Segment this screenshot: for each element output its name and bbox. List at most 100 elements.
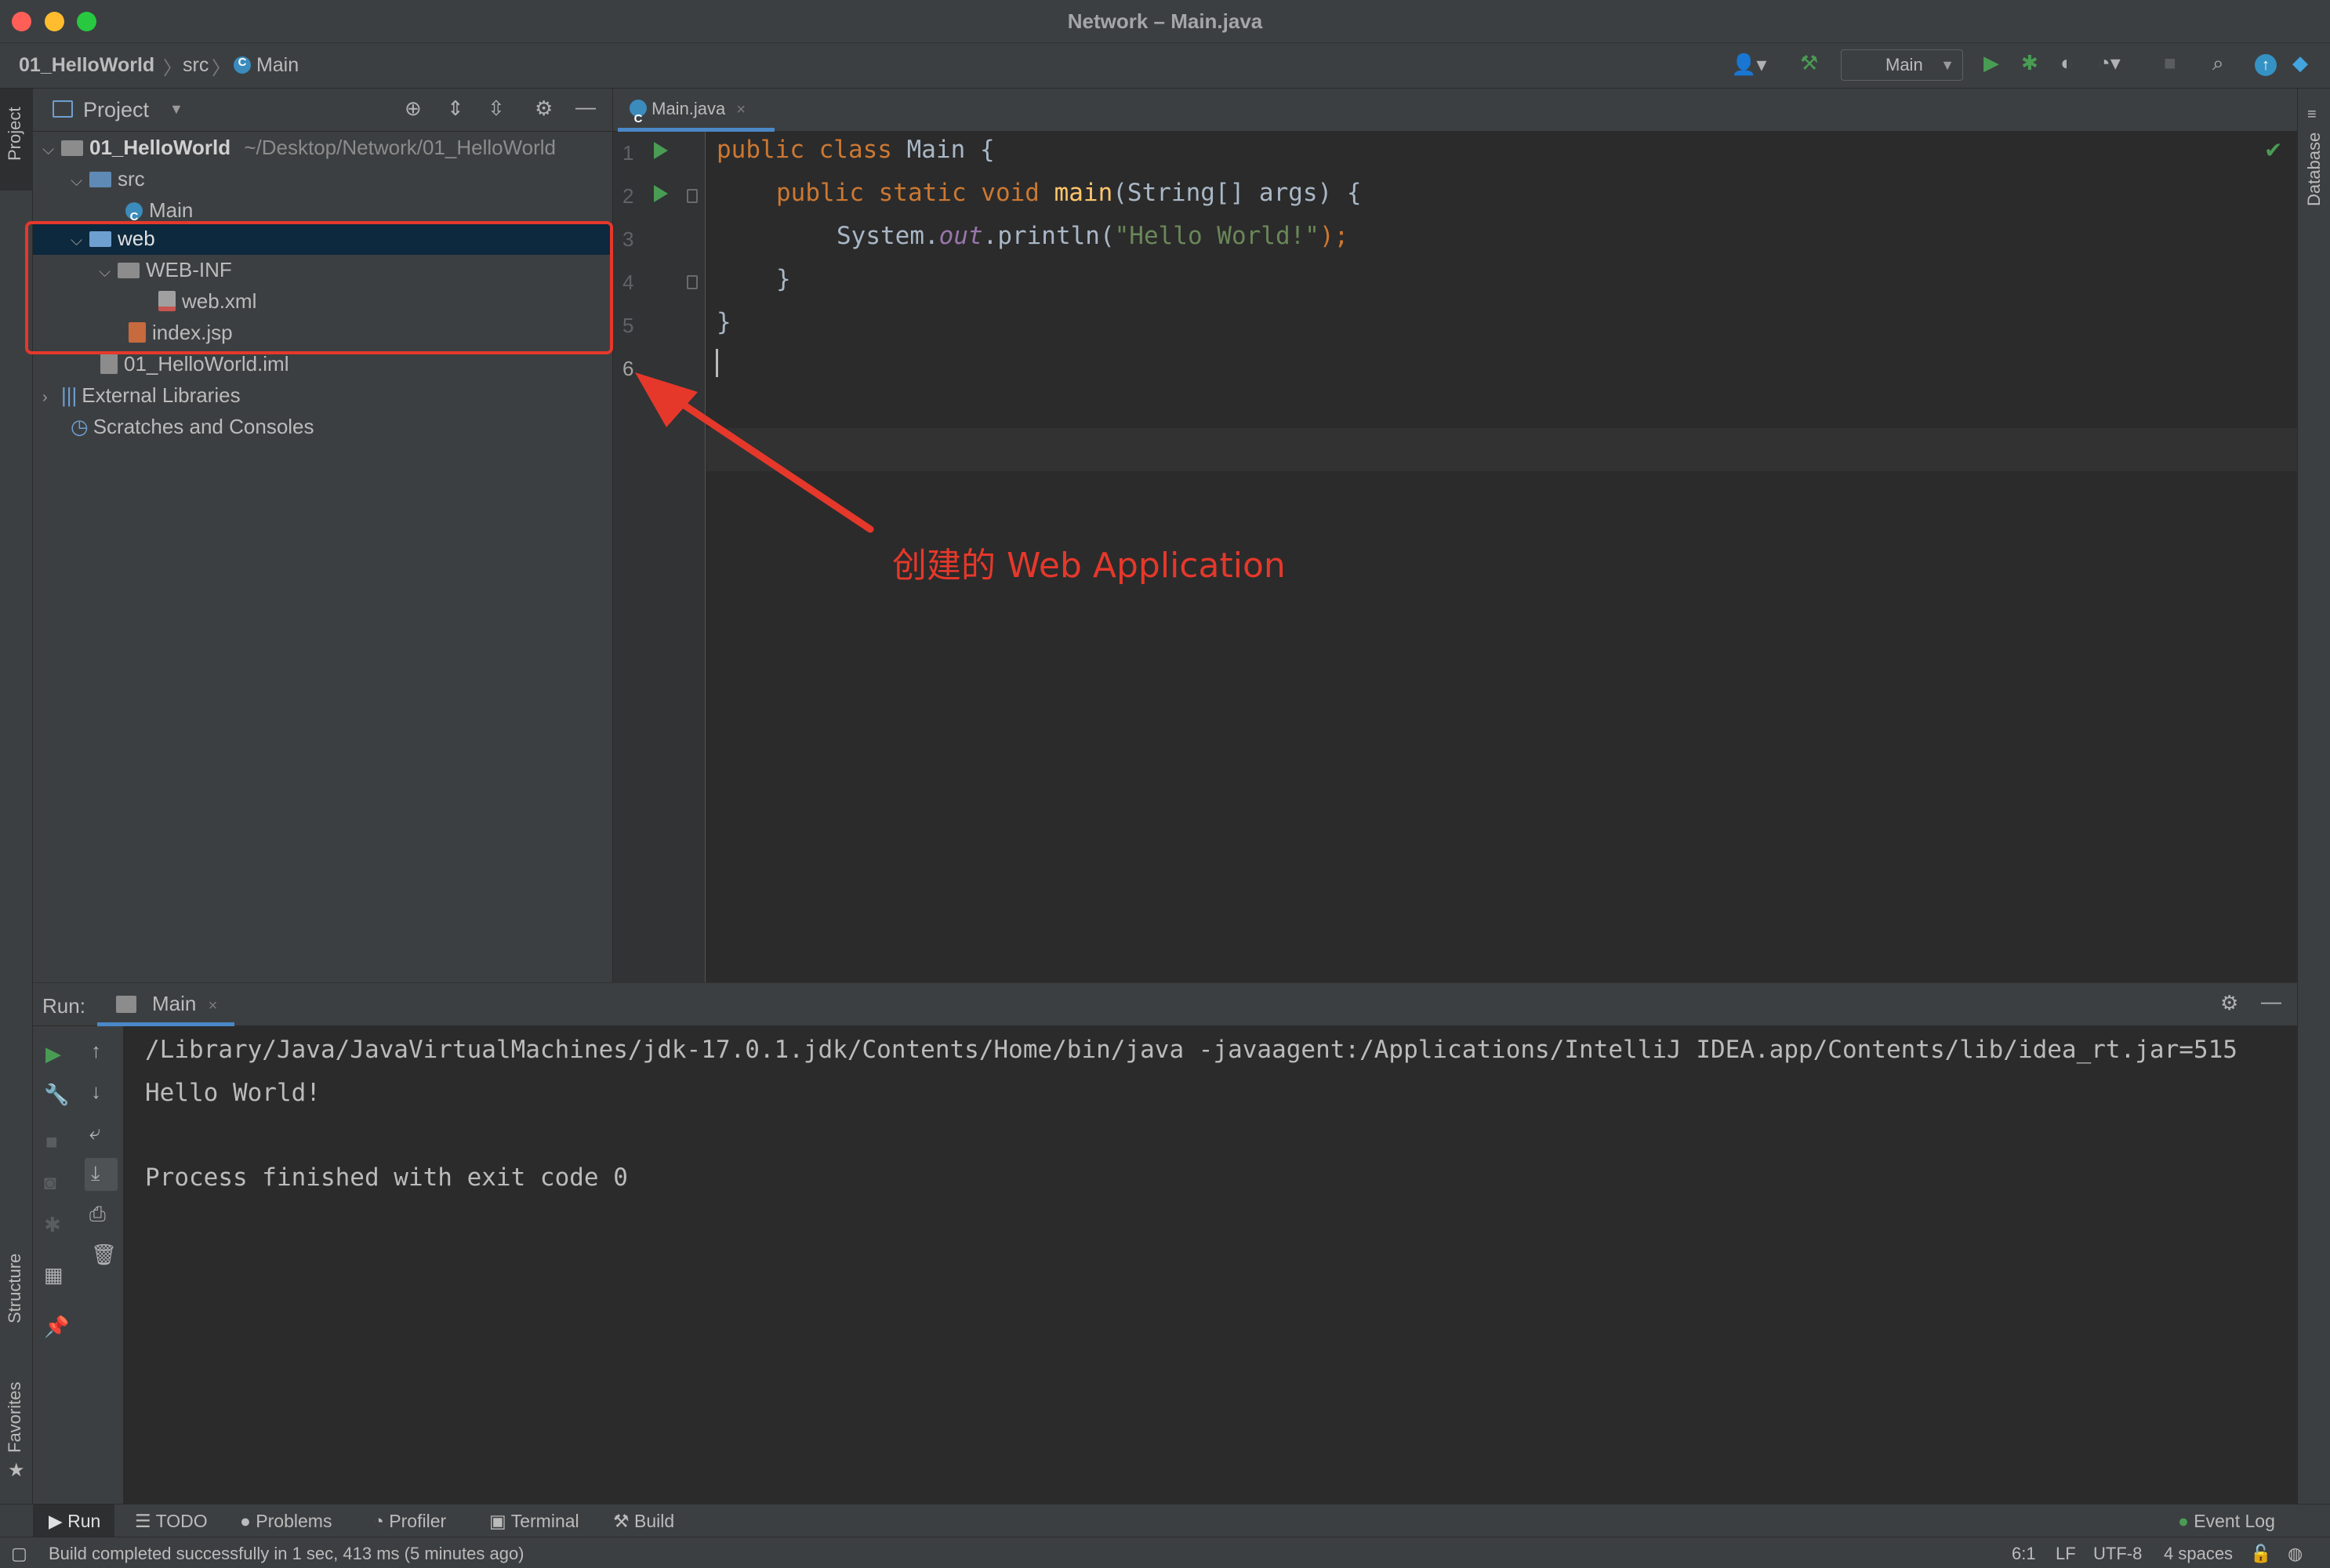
class-icon: [234, 56, 251, 74]
scroll-to-end-button[interactable]: [85, 1158, 118, 1191]
run-toolbar-primary: ▶ 🔧 ■ ◙ ✱ ▦ 📌: [33, 1026, 78, 1504]
run-tab-label: Main: [152, 992, 197, 1015]
trash-icon[interactable]: 🗑: [91, 1243, 117, 1267]
project-stripe-button[interactable]: Project: [0, 89, 33, 191]
tree-item-project-root[interactable]: ⌵ 01_HelloWorld ~/Desktop/Network/01_Hell…: [42, 132, 556, 163]
vcs-user-icon[interactable]: 👤▾: [1731, 53, 1766, 77]
fold-icon[interactable]: [687, 275, 698, 289]
bottom-tab-label: Terminal: [510, 1511, 579, 1531]
breadcrumb-separator-icon: 〉: [212, 58, 230, 79]
chevron-down-icon[interactable]: ▼: [169, 101, 183, 118]
fold-icon[interactable]: [687, 189, 698, 203]
arrow-down-icon[interactable]: ↓: [91, 1080, 101, 1104]
tab-main-java[interactable]: Main.java ×: [618, 89, 775, 140]
status-line-separator[interactable]: LF: [2056, 1544, 2076, 1564]
bottom-tab-build[interactable]: ⚒ Build: [613, 1511, 674, 1532]
module-file-icon: [100, 354, 118, 374]
coverage-icon[interactable]: ◐: [2060, 51, 2073, 75]
chevron-right-icon: ›: [42, 389, 48, 406]
code-token: public static void: [776, 179, 1054, 207]
project-panel-header: Project ▼ ⊕ ⇕ ⇳ ⚙ —: [33, 89, 613, 132]
tab-label: Main.java: [651, 99, 726, 118]
breadcrumb-file-label: Main: [256, 54, 299, 76]
run-panel: Run: Main × ⚙ — ▶ 🔧 ■ ◙ ✱ ▦ 📌 ↑ ↓ ⤶ ⤓ ⎙ …: [33, 982, 2297, 1504]
code-line-5[interactable]: }: [717, 308, 731, 336]
bottom-tab-run[interactable]: ▶ Run: [49, 1511, 100, 1532]
memory-indicator-icon[interactable]: ◍: [2288, 1544, 2303, 1564]
collapse-all-icon[interactable]: ⇳: [488, 96, 505, 121]
run-gutter-icon[interactable]: [654, 142, 668, 159]
breadcrumb-folder[interactable]: src: [183, 54, 209, 77]
status-indent[interactable]: 4 spaces: [2164, 1544, 2233, 1564]
tree-item-src[interactable]: ⌵ src: [71, 163, 145, 194]
code-token: .println(: [982, 222, 1115, 250]
run-config-select[interactable]: Main ▼: [1841, 49, 1963, 81]
debug-settings-icon[interactable]: ✱: [44, 1213, 61, 1237]
arrow-up-icon[interactable]: ↑: [91, 1039, 101, 1063]
lock-icon[interactable]: 🔓: [2250, 1544, 2271, 1564]
stop-icon[interactable]: ■: [45, 1130, 58, 1154]
code-token: out: [938, 222, 983, 250]
wrench-icon[interactable]: 🔧: [44, 1083, 69, 1107]
structure-stripe-button[interactable]: Structure: [5, 1254, 25, 1323]
plugin-icon[interactable]: ◆: [2292, 51, 2308, 75]
gear-icon[interactable]: ⚙: [2220, 991, 2238, 1015]
layout-icon[interactable]: ▦: [44, 1263, 64, 1287]
code-line-1[interactable]: public class Main {: [717, 136, 995, 164]
gear-icon[interactable]: ⚙: [535, 96, 553, 121]
library-icon: |||: [61, 383, 78, 407]
breadcrumb-file[interactable]: Main: [234, 54, 299, 77]
breadcrumb-separator-icon: 〉: [163, 58, 182, 79]
tree-item-scratches[interactable]: ◷ Scratches and Consoles: [71, 411, 314, 442]
annotation-highlight-box: [25, 221, 613, 354]
code-token: main: [1054, 179, 1113, 207]
code-line-3[interactable]: System.out.println("Hello World!");: [837, 222, 1348, 250]
annotation-arrow-icon: [635, 372, 874, 533]
bottom-tab-profiler[interactable]: ◔ Profiler: [373, 1511, 446, 1532]
status-message[interactable]: Build completed successfully in 1 sec, 4…: [49, 1544, 524, 1564]
stop-icon[interactable]: ■: [2164, 51, 2176, 75]
bottom-tab-todo[interactable]: ☰ TODO: [135, 1511, 208, 1532]
profile-icon[interactable]: ◔▾: [2098, 51, 2121, 75]
event-log-button[interactable]: ● Event Log: [2178, 1511, 2275, 1532]
project-view-icon: [53, 100, 73, 118]
run-tab-main[interactable]: Main ×: [97, 983, 234, 1026]
close-icon[interactable]: ×: [736, 101, 746, 118]
status-encoding[interactable]: UTF-8: [2093, 1544, 2142, 1564]
breadcrumb-project[interactable]: 01_HelloWorld: [19, 54, 154, 77]
code-line-4[interactable]: }: [776, 265, 791, 293]
database-icon: ≡: [2307, 106, 2317, 123]
build-hammer-icon[interactable]: ⚒: [1800, 51, 1818, 75]
scratches-icon: ◷: [71, 415, 89, 438]
pin-icon[interactable]: 📌: [44, 1315, 69, 1339]
tree-item-external-libraries[interactable]: › ||| External Libraries: [42, 379, 241, 411]
debug-icon[interactable]: ✱: [2021, 51, 2038, 75]
database-stripe-button[interactable]: Database: [2304, 132, 2325, 206]
line-number: 2: [622, 184, 634, 208]
run-icon[interactable]: ▶: [1983, 51, 1999, 75]
locate-file-icon[interactable]: ⊕: [405, 96, 422, 121]
bottom-tab-terminal[interactable]: ▣ Terminal: [489, 1511, 579, 1532]
layout-toggle-icon[interactable]: ▢: [11, 1544, 27, 1564]
hide-icon[interactable]: —: [575, 95, 596, 119]
run-gutter-icon[interactable]: [654, 185, 668, 202]
update-icon[interactable]: ↑: [2255, 54, 2277, 76]
soft-wrap-icon[interactable]: ⤶: [89, 1120, 101, 1145]
chevron-down-icon: ⌵: [42, 141, 55, 158]
search-icon[interactable]: ⌕: [2212, 51, 2224, 76]
camera-icon[interactable]: ◙: [44, 1171, 56, 1195]
title-bar: Network – Main.java: [0, 0, 2330, 43]
status-caret-position[interactable]: 6:1: [2012, 1544, 2036, 1564]
favorites-stripe-button[interactable]: Favorites: [5, 1382, 25, 1453]
bottom-tab-problems[interactable]: ● Problems: [240, 1511, 332, 1532]
expand-all-icon[interactable]: ⇕: [447, 96, 464, 121]
code-token: );: [1319, 222, 1349, 250]
code-line-2[interactable]: public static void main(String[] args) {: [776, 179, 1362, 207]
print-icon[interactable]: ⎙: [89, 1202, 106, 1227]
project-view-select[interactable]: Project: [83, 98, 149, 122]
tree-item-label: Scratches and Consoles: [93, 415, 314, 438]
rerun-icon[interactable]: ▶: [45, 1042, 61, 1066]
hide-icon[interactable]: —: [2261, 989, 2281, 1014]
star-icon: ★: [8, 1460, 25, 1481]
close-icon[interactable]: ×: [209, 997, 218, 1014]
